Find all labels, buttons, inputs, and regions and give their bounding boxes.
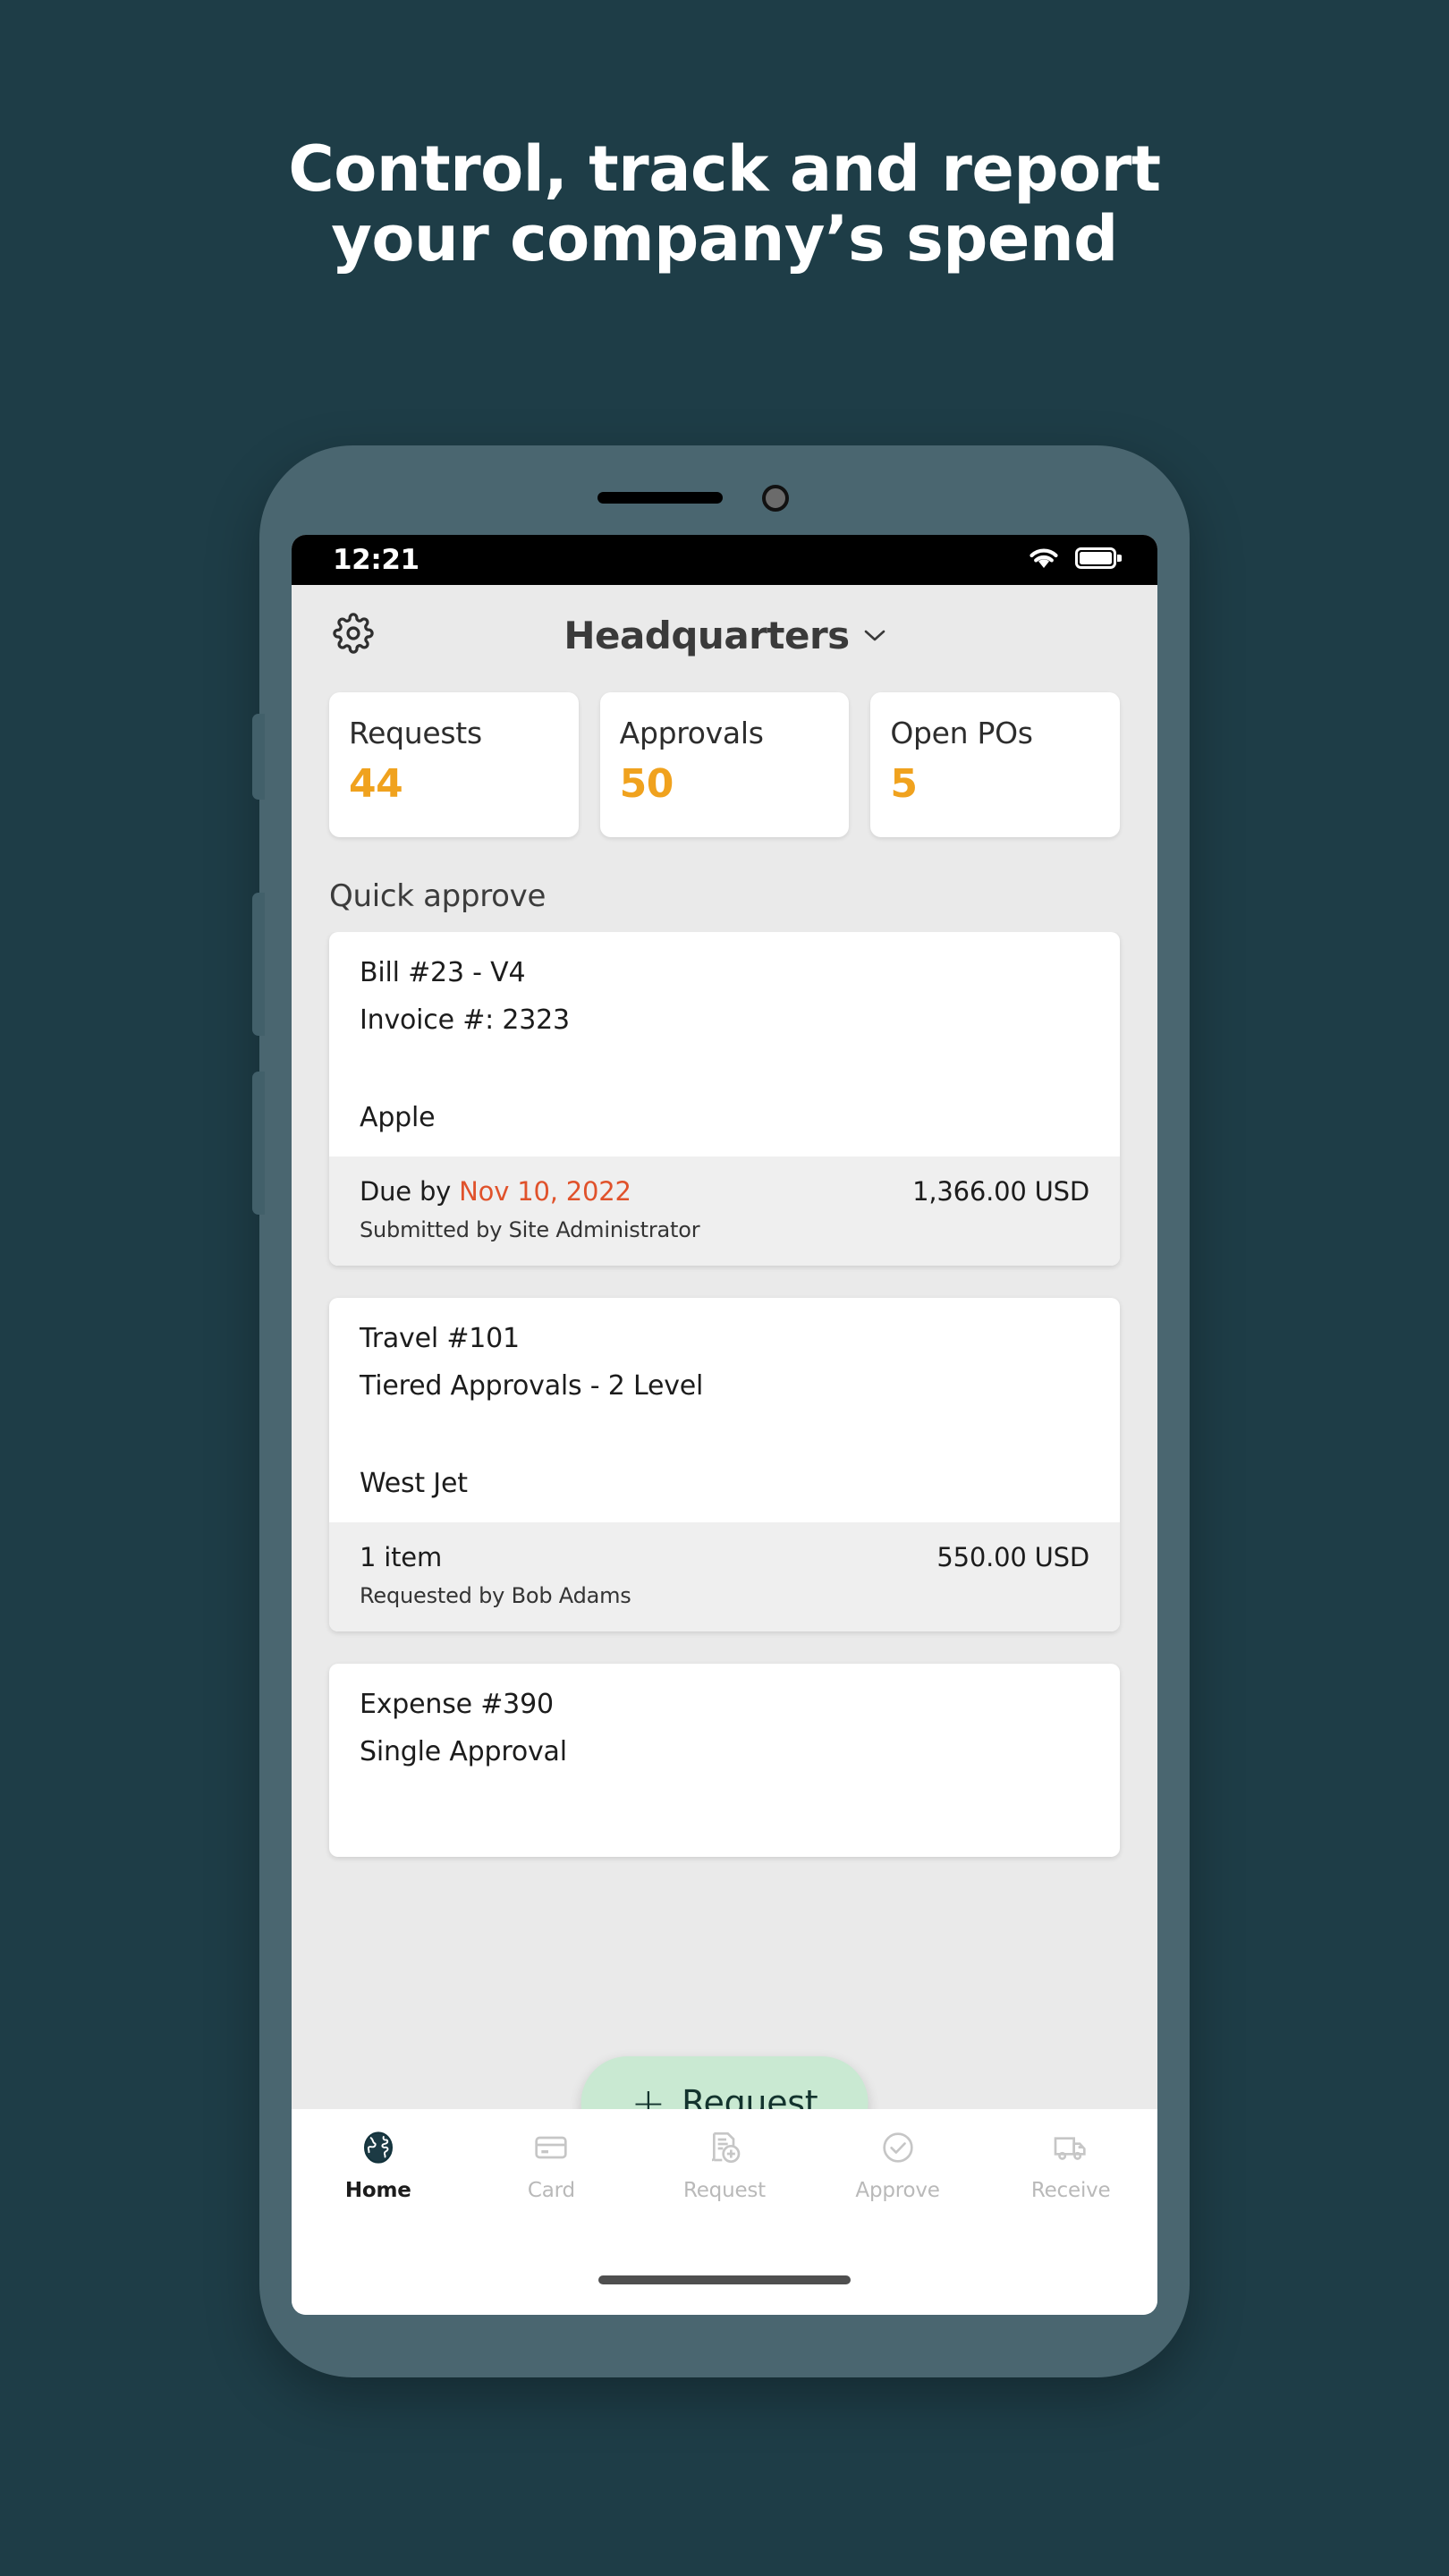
quick-approve-list[interactable]: Bill #23 - V4 Invoice #: 2323 Apple Due … — [292, 932, 1157, 2109]
nav-item-request[interactable]: Request — [638, 2127, 811, 2202]
phone-screen: 12:21 Headquarters Requests 44 Approvals… — [292, 535, 1157, 2315]
document-plus-icon — [704, 2127, 745, 2168]
status-bar-indicators — [1029, 547, 1123, 573]
phone-volume-up-button[interactable] — [252, 893, 265, 1036]
approve-card[interactable]: Travel #101 Tiered Approvals - 2 Level W… — [329, 1298, 1120, 1631]
phone-front-camera — [762, 485, 789, 512]
approve-card-title: Expense #390 — [360, 1689, 554, 1720]
approve-card-footer: 1 item 550.00 USD Requested by Bob Adams — [329, 1522, 1120, 1631]
nav-label: Receive — [1030, 2179, 1111, 2202]
items-count: 1 item — [360, 1542, 442, 1572]
location-selector[interactable]: Headquarters — [292, 614, 1157, 657]
page-title: Headquarters — [564, 613, 850, 657]
approve-card-subtitle: Tiered Approvals - 2 Level — [360, 1370, 704, 1402]
due-date: Nov 10, 2022 — [459, 1176, 631, 1207]
phone-silent-switch[interactable] — [252, 714, 265, 800]
stat-value: 5 — [890, 761, 918, 807]
phone-frame: 12:21 Headquarters Requests 44 Approvals… — [252, 445, 1190, 2377]
approve-card-body: Bill #23 - V4 Invoice #: 2323 — [329, 932, 1120, 1084]
nav-item-card[interactable]: Card — [465, 2127, 639, 2202]
approve-card-title: Bill #23 - V4 — [360, 957, 526, 988]
due-prefix: Due by — [360, 1176, 460, 1207]
phone-speaker-grill — [597, 492, 723, 504]
approve-card-title: Travel #101 — [360, 1323, 520, 1354]
home-indicator[interactable] — [598, 2275, 851, 2284]
stat-card-open-pos[interactable]: Open POs 5 — [870, 692, 1121, 837]
approve-card-subtitle: Invoice #: 2323 — [360, 1004, 570, 1036]
page-headline: Control, track and report your company’s… — [0, 0, 1449, 275]
delivery-truck-icon — [1050, 2127, 1091, 2168]
approve-card-footer: Due by Nov 10, 2022 1,366.00 USD Submitt… — [329, 1157, 1120, 1266]
nav-label: Card — [527, 2179, 575, 2202]
approve-card[interactable]: Expense #390 Single Approval — [329, 1664, 1120, 1857]
approve-card-amount: 1,366.00 USD — [912, 1176, 1089, 1207]
phone-mockup: 12:21 Headquarters Requests 44 Approvals… — [252, 445, 1190, 2377]
status-bar-time: 12:21 — [333, 544, 419, 576]
nav-item-receive[interactable]: Receive — [984, 2127, 1157, 2202]
stat-label: Open POs — [890, 716, 1033, 750]
nav-label: Request — [682, 2179, 766, 2202]
home-indicator-area — [292, 2245, 1157, 2315]
stats-row: Requests 44 Approvals 50 Open POs 5 — [292, 685, 1157, 837]
stat-card-requests[interactable]: Requests 44 — [329, 692, 579, 837]
approve-card-subtitle: Single Approval — [360, 1736, 567, 1767]
chevron-down-icon[interactable] — [864, 629, 886, 641]
stat-card-approvals[interactable]: Approvals 50 — [599, 692, 850, 837]
nav-item-approve[interactable]: Approve — [811, 2127, 985, 2202]
status-bar: 12:21 — [292, 535, 1157, 585]
phone-volume-down-button[interactable] — [252, 1072, 265, 1215]
approve-card-vendor: West Jet — [360, 1468, 468, 1499]
gear-icon — [333, 613, 374, 657]
nav-label: Home — [344, 2179, 411, 2202]
approve-card-body: Travel #101 Tiered Approvals - 2 Level — [329, 1298, 1120, 1450]
quick-approve-heading: Quick approve — [329, 878, 547, 914]
approve-card-submitter: Submitted by Site Administrator — [360, 1217, 700, 1242]
settings-button[interactable] — [329, 611, 377, 659]
stat-label: Requests — [349, 716, 482, 750]
approve-card-vendor — [329, 1816, 1120, 1857]
check-circle-icon — [877, 2127, 919, 2168]
nav-item-home[interactable]: Home — [292, 2127, 465, 2202]
stat-label: Approvals — [619, 716, 764, 750]
approve-card-requester: Requested by Bob Adams — [360, 1583, 631, 1608]
stat-value: 44 — [349, 761, 403, 807]
globe-icon — [358, 2127, 399, 2168]
approve-card[interactable]: Bill #23 - V4 Invoice #: 2323 Apple Due … — [329, 932, 1120, 1266]
headline-line-1: Control, track and report — [288, 132, 1161, 206]
approve-card-amount: 550.00 USD — [936, 1542, 1089, 1572]
approve-card-due: Due by Nov 10, 2022 — [360, 1176, 631, 1207]
stat-value: 50 — [619, 761, 674, 807]
battery-full-icon — [1075, 547, 1123, 573]
credit-card-icon — [530, 2127, 572, 2168]
app-header: Headquarters — [292, 585, 1157, 685]
nav-label: Approve — [855, 2179, 940, 2202]
approve-card-body: Expense #390 Single Approval — [329, 1664, 1120, 1816]
wifi-icon — [1029, 547, 1059, 573]
headline-line-2: your company’s spend — [331, 202, 1118, 276]
bottom-navigation: Home Card Request Approve Receive — [292, 2109, 1157, 2245]
approve-card-vendor: Apple — [360, 1102, 436, 1133]
approve-card-items: 1 item — [360, 1542, 442, 1572]
